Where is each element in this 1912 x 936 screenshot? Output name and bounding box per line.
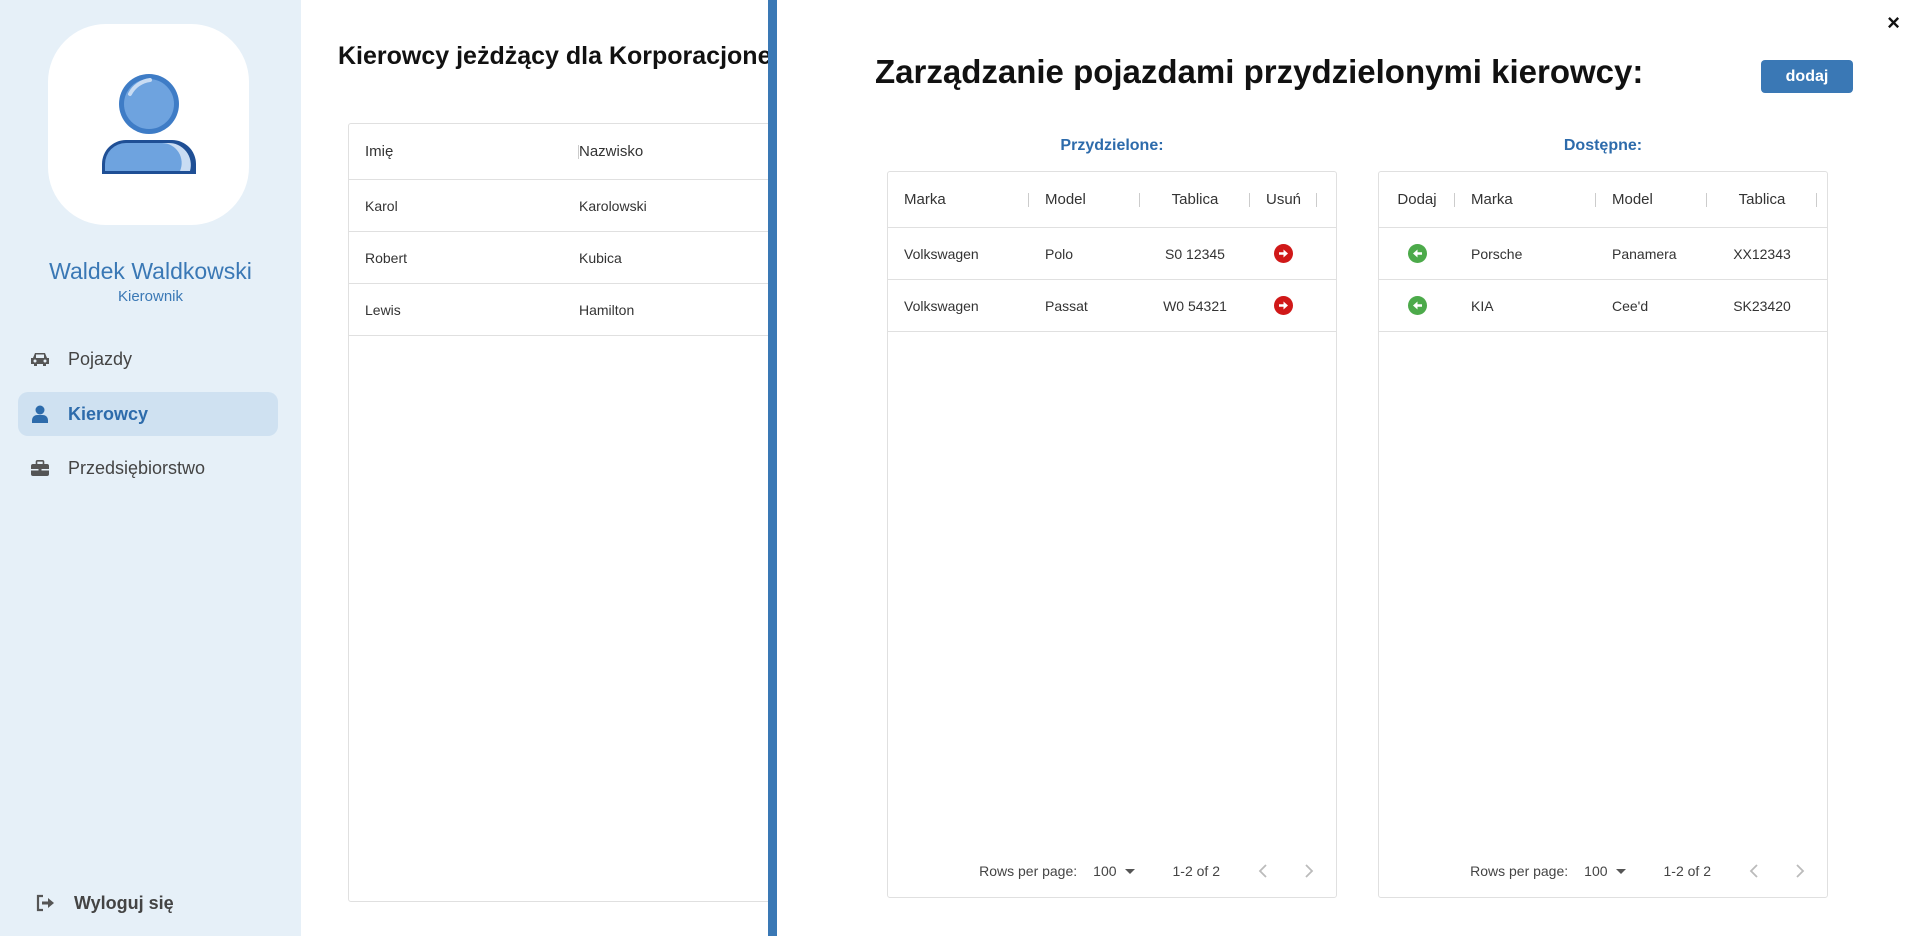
arrow-left-icon: [1412, 301, 1422, 310]
rows-per-page-value: 100: [1584, 863, 1608, 879]
pagination-range: 1-2 of 2: [1172, 863, 1220, 879]
user-avatar-icon: [101, 73, 196, 174]
column-header-nazwisko[interactable]: Nazwisko: [579, 143, 643, 160]
cell-nazwisko: Hamilton: [579, 301, 635, 318]
rows-per-page-select[interactable]: 100: [1584, 863, 1626, 879]
user-name: Waldek Waldkowski: [49, 258, 252, 284]
cell-model: Cee'd: [1612, 297, 1649, 314]
next-page-button[interactable]: [1300, 862, 1318, 880]
rows-per-page-value: 100: [1093, 863, 1117, 879]
table-row[interactable]: Karol Karolowski: [349, 180, 787, 232]
chevron-right-icon: [1305, 864, 1314, 878]
add-vehicle-button[interactable]: [1407, 244, 1427, 263]
cell-tablica: S0 12345: [1165, 245, 1225, 262]
table-row[interactable]: Volkswagen Passat W0 54321: [888, 280, 1336, 332]
caret-down-icon: [1124, 868, 1135, 874]
logout-label: Wyloguj się: [74, 893, 174, 913]
pagination-footer: Rows per page: 100 1-2 of 2: [888, 845, 1336, 897]
rows-per-page-label: Rows per page:: [1470, 863, 1569, 879]
remove-vehicle-button[interactable]: [1274, 296, 1293, 315]
available-vehicles-grid: Dodaj Marka Model Tablica Porsche Paname…: [1378, 171, 1828, 898]
pagination-footer: Rows per page: 100 1-2 of 2: [1379, 845, 1827, 897]
next-page-button[interactable]: [1791, 862, 1809, 880]
drivers-table: Imię Nazwisko Karol Karolowski Robert Ku…: [348, 123, 788, 902]
page-title: Kierowcy jeżdżący dla Korporacjone: [338, 42, 772, 70]
column-header-tablica[interactable]: Tablica: [1140, 172, 1250, 227]
sidebar-item-kierowcy[interactable]: Kierowcy: [18, 392, 278, 436]
table-row[interactable]: KIA Cee'd SK23420: [1379, 280, 1827, 332]
cell-tablica: W0 54321: [1163, 297, 1227, 314]
cell-imie: Lewis: [365, 301, 401, 318]
logout-button[interactable]: Wyloguj się: [36, 893, 174, 914]
sidebar: Waldek Waldkowski Kierownik Pojazdy Kier…: [0, 0, 301, 936]
available-title: Dostępne:: [1563, 137, 1643, 154]
cell-marka: Porsche: [1471, 245, 1523, 262]
arrow-left-icon: [1412, 249, 1422, 258]
vehicle-assignment-drawer: × Zarządzanie pojazdami przydzielonymi k…: [768, 0, 1912, 936]
add-vehicle-button[interactable]: [1407, 296, 1427, 315]
drawer-title: Zarządzanie pojazdami przydzielonymi kie…: [875, 53, 1644, 90]
chevron-left-icon: [1749, 864, 1758, 878]
briefcase-icon: [30, 458, 50, 478]
person-icon: [30, 404, 50, 424]
arrow-right-icon: [1279, 301, 1288, 310]
cell-imie: Karol: [365, 197, 398, 214]
assigned-title: Przydzielone:: [1060, 137, 1164, 154]
cell-tablica: SK23420: [1733, 297, 1791, 314]
sidebar-item-label: Przedsiębiorstwo: [68, 457, 206, 478]
cell-marka: Volkswagen: [904, 297, 979, 314]
cell-marka: KIA: [1471, 297, 1494, 314]
chevron-right-icon: [1796, 864, 1805, 878]
table-header: Imię Nazwisko: [349, 124, 787, 180]
column-header-model[interactable]: Model: [1029, 172, 1140, 227]
table-row[interactable]: Lewis Hamilton: [349, 284, 787, 336]
prev-page-button[interactable]: [1745, 862, 1763, 880]
sidebar-item-label: Pojazdy: [68, 348, 133, 369]
cell-nazwisko: Karolowski: [579, 197, 647, 214]
table-row[interactable]: Porsche Panamera XX12343: [1379, 228, 1827, 280]
table-header: Marka Model Tablica Usuń: [888, 172, 1336, 228]
cell-model: Polo: [1045, 245, 1074, 262]
rows-per-page-select[interactable]: 100: [1093, 863, 1135, 879]
arrow-right-icon: [1279, 249, 1288, 258]
add-button[interactable]: dodaj: [1761, 60, 1853, 93]
assigned-vehicles-grid: Marka Model Tablica Usuń Volkswagen Polo…: [887, 171, 1337, 898]
column-header-marka[interactable]: Marka: [888, 172, 1029, 227]
avatar: [48, 24, 249, 225]
user-role: Kierownik: [117, 288, 184, 305]
cell-tablica: XX12343: [1733, 245, 1791, 262]
sidebar-item-label: Kierowcy: [68, 403, 149, 424]
pagination-range: 1-2 of 2: [1663, 863, 1711, 879]
car-icon: [30, 349, 50, 369]
caret-down-icon: [1615, 868, 1626, 874]
close-button[interactable]: ×: [1887, 10, 1900, 36]
cell-model: Passat: [1045, 297, 1088, 314]
column-header-marka[interactable]: Marka: [1455, 172, 1596, 227]
cell-nazwisko: Kubica: [579, 249, 622, 266]
prev-page-button[interactable]: [1254, 862, 1272, 880]
remove-vehicle-button[interactable]: [1274, 244, 1293, 263]
rows-per-page-label: Rows per page:: [979, 863, 1078, 879]
table-header: Dodaj Marka Model Tablica: [1379, 172, 1827, 228]
table-row[interactable]: Robert Kubica: [349, 232, 787, 284]
chevron-left-icon: [1258, 864, 1267, 878]
cell-imie: Robert: [365, 249, 408, 266]
cell-marka: Volkswagen: [904, 245, 979, 262]
column-header-dodaj[interactable]: Dodaj: [1379, 172, 1455, 227]
column-header-model[interactable]: Model: [1596, 172, 1707, 227]
table-row[interactable]: Volkswagen Polo S0 12345: [888, 228, 1336, 280]
column-header-usun[interactable]: Usuń: [1250, 172, 1317, 227]
column-header-imie[interactable]: Imię: [349, 143, 579, 160]
sidebar-item-przedsiebiorstwo[interactable]: Przedsiębiorstwo: [18, 446, 278, 490]
column-header-tablica[interactable]: Tablica: [1707, 172, 1817, 227]
cell-model: Panamera: [1612, 245, 1677, 262]
sidebar-item-pojazdy[interactable]: Pojazdy: [18, 337, 278, 381]
sign-out-icon: [36, 894, 56, 914]
